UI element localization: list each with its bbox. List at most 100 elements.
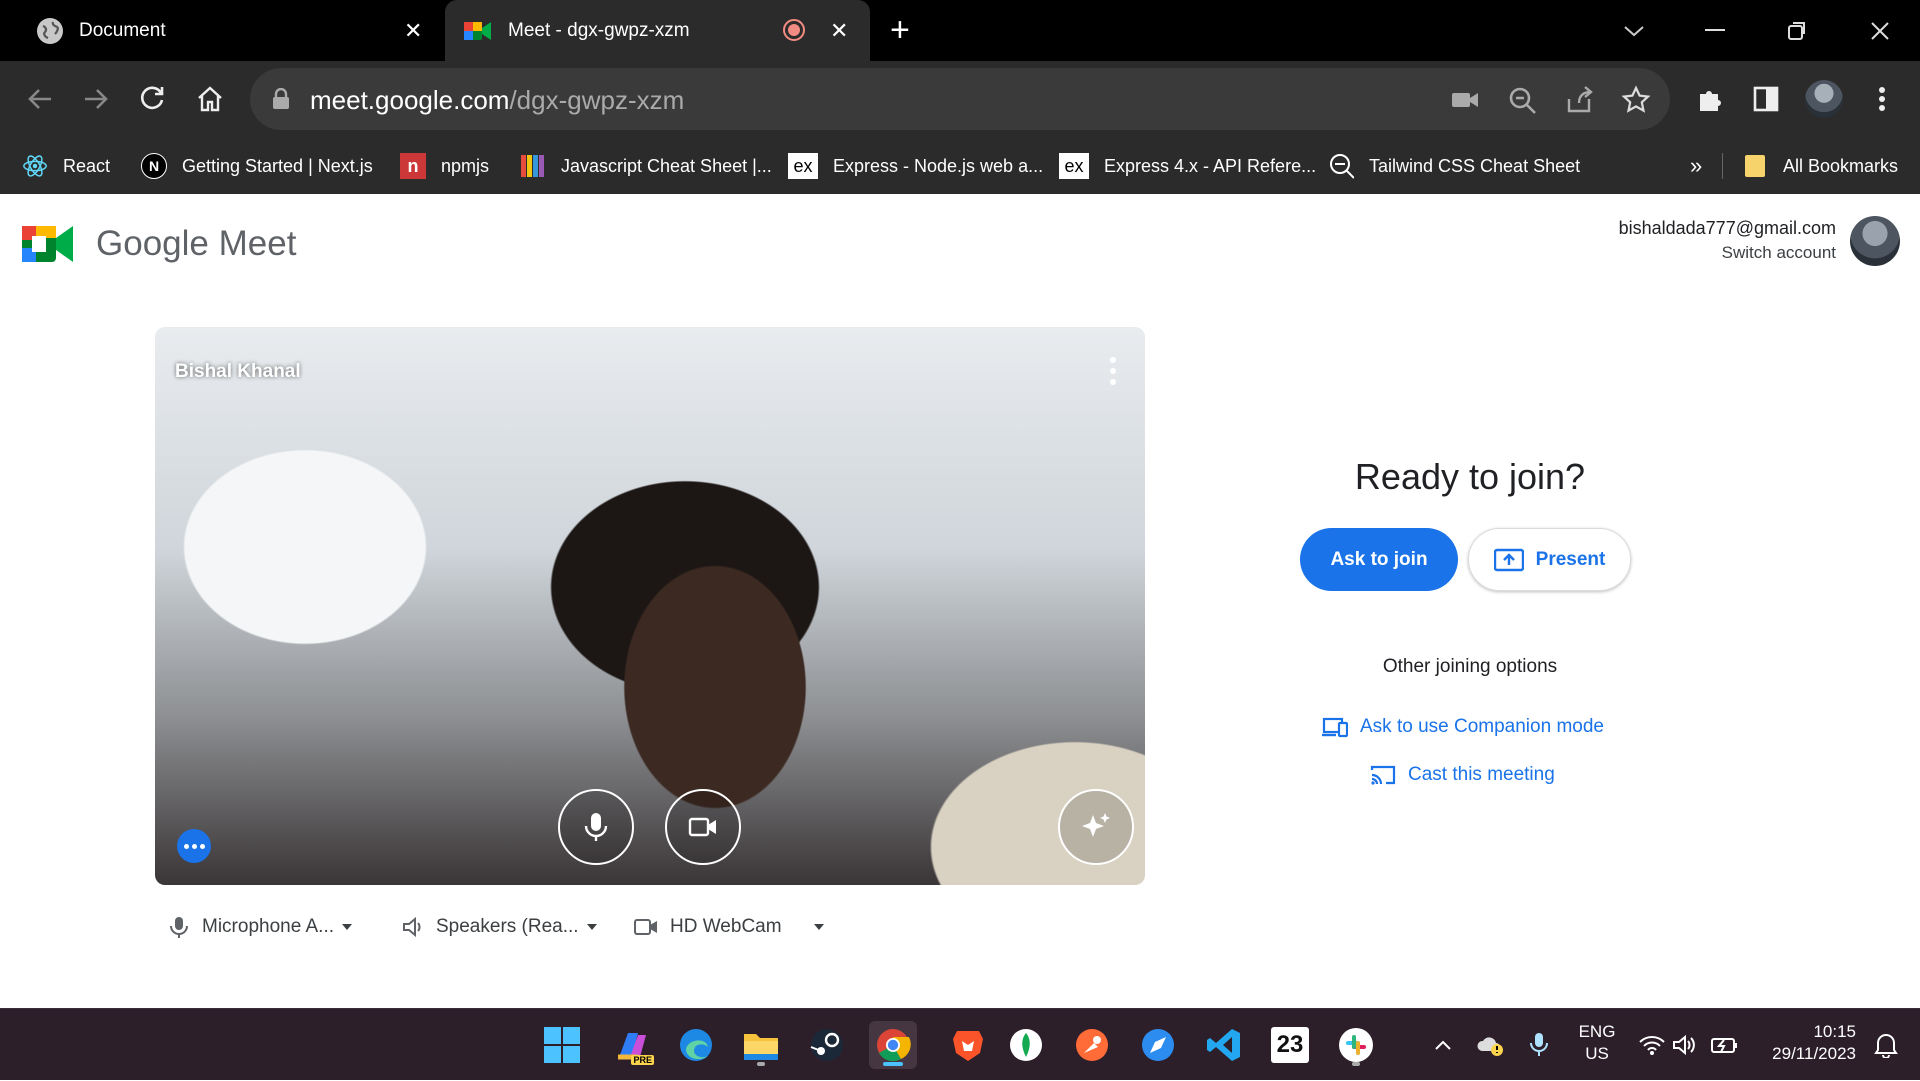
language-indicator[interactable]: ENG US [1572, 1021, 1622, 1065]
side-panel-button[interactable] [1744, 77, 1788, 121]
cast-meeting-link[interactable]: Cast this meeting [1370, 764, 1555, 786]
tab-close-icon[interactable]: ✕ [830, 18, 848, 44]
system-clock[interactable]: 10:15 29/11/2023 [1748, 1021, 1868, 1065]
windows-logo-icon [544, 1027, 580, 1063]
battery-tray-icon[interactable] [1708, 1009, 1742, 1081]
ask-to-join-button[interactable]: Ask to join [1300, 528, 1458, 591]
notification-bell-icon [1874, 1034, 1898, 1058]
tab-title: Document [79, 19, 166, 41]
new-tab-button[interactable]: + [890, 10, 910, 50]
tab-close-icon[interactable]: ✕ [404, 18, 422, 44]
onedrive-tray-icon[interactable] [1476, 1009, 1506, 1081]
start-button[interactable] [538, 1021, 586, 1069]
forward-button[interactable] [74, 77, 118, 121]
vscode-app[interactable] [1200, 1021, 1248, 1069]
running-indicator [1352, 1062, 1360, 1066]
volume-tray-icon[interactable] [1670, 1009, 1700, 1081]
edge-app[interactable] [672, 1021, 720, 1069]
camera-select[interactable]: HD WebCam [634, 916, 824, 938]
camera-toggle-button[interactable] [665, 789, 741, 865]
bookmark-express[interactable]: ex Express - Node.js web a... [788, 151, 1043, 181]
brave-app[interactable] [944, 1021, 992, 1069]
sparkle-icon [1082, 813, 1110, 837]
postman-app[interactable] [1068, 1021, 1116, 1069]
back-button[interactable] [18, 77, 62, 121]
tab-search-icon[interactable] [1594, 0, 1674, 61]
visual-effects-button[interactable] [1058, 789, 1134, 865]
brave-icon [953, 1031, 983, 1061]
share-icon[interactable] [1564, 85, 1594, 115]
companion-mode-link[interactable]: Ask to use Companion mode [1322, 716, 1604, 738]
microphone-select[interactable]: Microphone A... [170, 916, 353, 938]
mongodb-leaf-icon [1010, 1029, 1042, 1061]
present-screen-icon [1493, 548, 1524, 571]
chrome-icon [877, 1029, 911, 1062]
running-indicator [757, 1062, 765, 1066]
bookmark-label: Express - Node.js web a... [833, 155, 1044, 176]
notifications-button[interactable] [1870, 1009, 1902, 1081]
chrome-app[interactable] [869, 1021, 917, 1069]
more-options-button[interactable] [177, 829, 211, 863]
bookmark-express-api[interactable]: ex Express 4.x - API Refere... [1059, 151, 1316, 181]
bookmark-label: All Bookmarks [1783, 155, 1899, 176]
speaker-icon [1673, 1034, 1695, 1056]
chevron-down-icon [342, 924, 353, 930]
profile-avatar-button[interactable] [1802, 77, 1846, 121]
arrow-left-icon [28, 89, 51, 109]
account-avatar[interactable] [1850, 216, 1900, 266]
pre-badge: PRE [631, 1055, 654, 1065]
bookmark-javascript-cheatsheet[interactable]: Javascript Cheat Sheet |... [520, 151, 772, 181]
recording-icon [783, 19, 805, 41]
bookmark-react[interactable]: React [22, 151, 110, 181]
slack-app[interactable] [1332, 1021, 1380, 1069]
minimize-button[interactable] [1675, 0, 1755, 61]
magnifier-icon [1328, 153, 1354, 179]
mongodb-compass-app[interactable] [1002, 1021, 1050, 1069]
show-hidden-icons-button[interactable] [1428, 1009, 1458, 1081]
folder-icon [744, 1034, 778, 1060]
reload-button[interactable] [130, 77, 174, 121]
all-bookmarks-button[interactable]: All Bookmarks [1742, 151, 1898, 181]
bookmark-star-icon[interactable] [1621, 85, 1651, 115]
companion-mode-label: Ask to use Companion mode [1360, 716, 1604, 737]
bookmark-nextjs[interactable]: N Getting Started | Next.js [141, 151, 373, 181]
preview-options-button[interactable] [1107, 357, 1119, 385]
google-meet-logo[interactable]: Google Meet [22, 222, 296, 266]
microphone-tray-icon[interactable] [1524, 1009, 1554, 1081]
microphone-toggle-button[interactable] [558, 789, 634, 865]
copilot-app[interactable]: PRE [608, 1021, 656, 1069]
video-camera-icon [634, 919, 657, 935]
present-button[interactable]: Present [1468, 528, 1631, 591]
restore-button[interactable] [1757, 0, 1837, 61]
switch-account-link[interactable]: Switch account [1619, 243, 1836, 263]
extensions-button[interactable] [1688, 77, 1732, 121]
close-window-button[interactable] [1840, 0, 1920, 61]
zoom-icon[interactable] [1507, 85, 1537, 115]
camera-in-use-icon[interactable] [1450, 85, 1480, 115]
reload-icon [141, 86, 164, 110]
react-icon [22, 153, 48, 179]
file-explorer-app[interactable] [737, 1021, 785, 1069]
tab-meet[interactable]: Meet - dgx-gwpz-xzm ✕ [445, 0, 870, 61]
wifi-tray-icon[interactable] [1636, 1009, 1668, 1081]
speakers-select[interactable]: Speakers (Rea... [402, 916, 597, 938]
bookmark-npmjs[interactable]: n npmjs [400, 151, 489, 181]
meet-logo-icon [22, 226, 73, 262]
bookmark-tailwind[interactable]: Tailwind CSS Cheat Sheet [1328, 151, 1580, 181]
clock-time: 10:15 [1813, 1022, 1856, 1041]
more-vertical-icon [1879, 87, 1885, 111]
bookmarks-bar: React N Getting Started | Next.js n npmj… [0, 137, 1920, 194]
divider [1722, 153, 1723, 179]
compass-icon [1142, 1029, 1174, 1061]
calendar-app[interactable]: 23 [1266, 1021, 1314, 1069]
compass-browser-app[interactable] [1134, 1021, 1182, 1069]
meet-favicon-icon [464, 19, 492, 43]
tab-title: Meet - dgx-gwpz-xzm [508, 19, 690, 41]
tab-document[interactable]: Document ✕ [0, 0, 440, 61]
browser-menu-button[interactable] [1860, 77, 1904, 121]
address-bar[interactable]: meet.google.com/dgx-gwpz-xzm [250, 68, 1670, 130]
bookmarks-overflow-button[interactable]: » [1690, 151, 1702, 181]
browser-toolbar: meet.google.com/dgx-gwpz-xzm [0, 61, 1920, 137]
steam-app[interactable] [803, 1021, 851, 1069]
home-button[interactable] [188, 77, 232, 121]
